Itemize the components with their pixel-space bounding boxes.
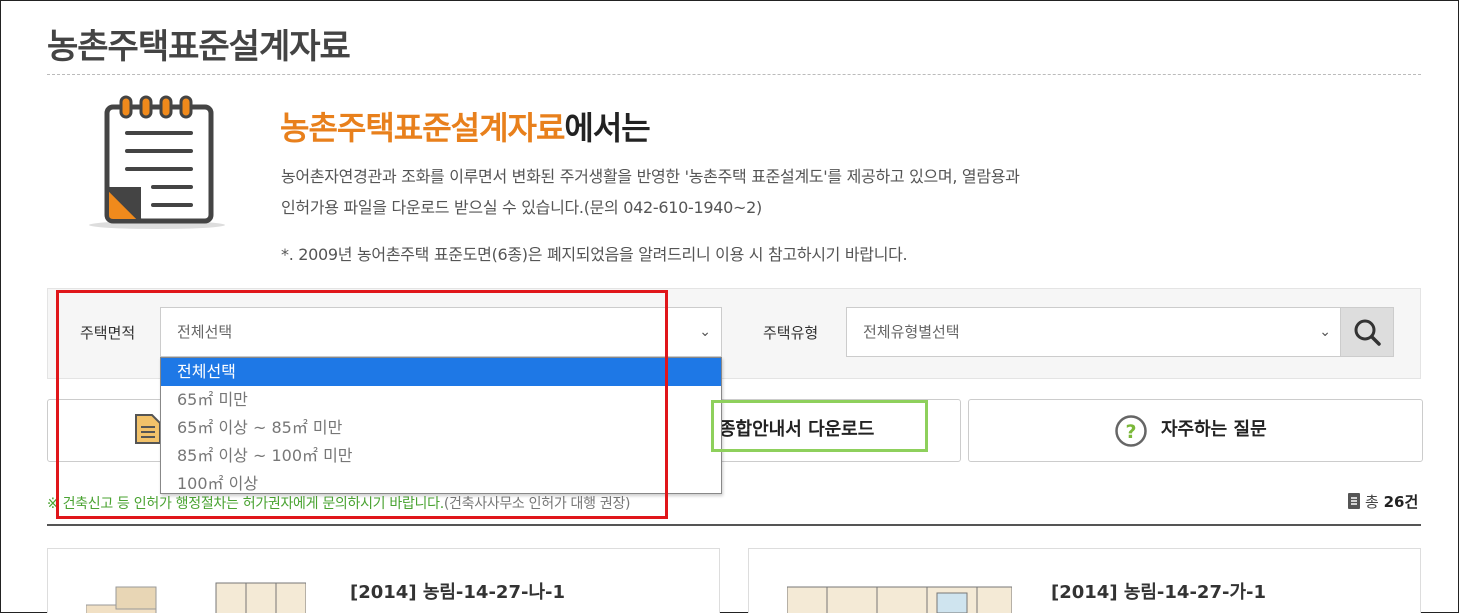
intro-line-2: 인허가용 파일을 다운로드 받으실 수 있습니다.(문의 042-610-194… (281, 198, 762, 217)
intro-heading-rest: 에서는 (564, 109, 650, 147)
total-value: 26건 (1383, 493, 1419, 511)
question-icon: ? (1115, 415, 1147, 447)
notepad-icon (89, 95, 225, 229)
search-icon (1354, 319, 1381, 346)
plan-card-title: [2014] 농림-14-27-나-1 (350, 582, 566, 603)
intro-heading: 농촌주택표준설계자료에서는 (280, 103, 651, 149)
svg-text:?: ? (1125, 421, 1136, 443)
plan-card-title: [2014] 농림-14-27-가-1 (1051, 582, 1267, 603)
intro-note: *. 2009년 농어촌주택 표준도면(6종)은 폐지되었음을 알려드리니 이용… (281, 245, 908, 264)
plan-card[interactable]: [2014] 농림-14-27-가-1 (748, 548, 1421, 613)
plan-card[interactable]: [2014] 농림-14-27-나-1 (47, 548, 720, 613)
type-filter-label: 주택유형 (763, 324, 819, 342)
intro-heading-accent: 농촌주택표준설계자료 (280, 109, 565, 147)
faq-label: 자주하는 질문 (1161, 419, 1267, 440)
type-select[interactable]: 전체유형별선택 ⌄ (846, 307, 1342, 357)
list-divider (47, 524, 1421, 526)
floor-plan-thumbnail (787, 586, 1012, 613)
intro-line-1: 농어촌자연경관과 조화를 이루면서 변화된 주거생활을 반영한 '농촌주택 표준… (281, 167, 1020, 186)
search-button[interactable] (1340, 307, 1394, 357)
floor-plan-thumbnail (86, 582, 306, 613)
total-count: 총 26건 (1347, 491, 1418, 512)
type-select-value: 전체유형별선택 (863, 323, 960, 341)
list-icon (1348, 493, 1360, 509)
title-divider (47, 74, 1421, 75)
chevron-down-icon: ⌄ (1319, 324, 1331, 340)
page-title: 농촌주택표준설계자료 (47, 27, 351, 67)
intro-description: 농어촌자연경관과 조화를 이루면서 변화된 주거생활을 반영한 '농촌주택 표준… (281, 161, 1181, 223)
highlight-box-green (711, 400, 928, 452)
highlight-box-red (56, 290, 668, 519)
total-prefix: 총 (1365, 493, 1379, 511)
chevron-down-icon: ⌄ (699, 324, 711, 340)
